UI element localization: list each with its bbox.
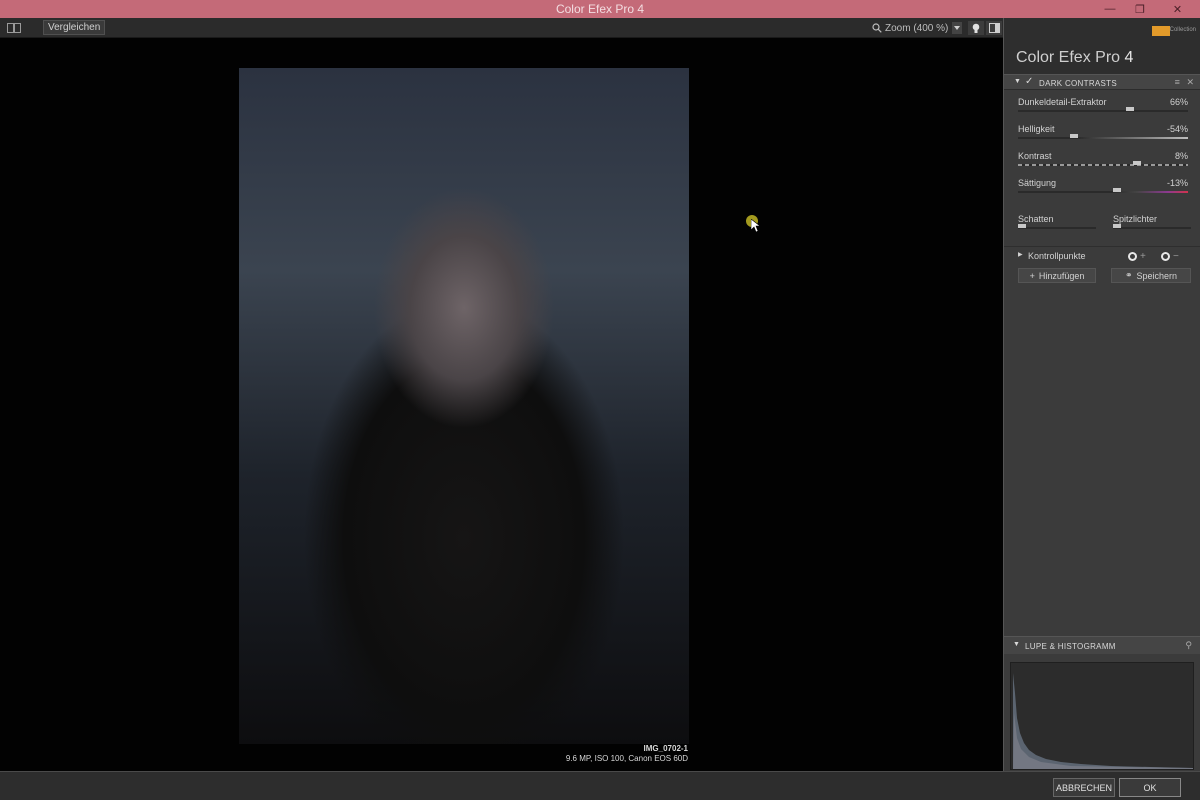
slider-value: 8% (1174, 151, 1188, 161)
slider-track[interactable] (1018, 161, 1188, 166)
slider-value: 66% (1169, 97, 1188, 107)
chevron-down-icon (954, 26, 961, 30)
zoom-label: Zoom (400 %) (885, 22, 949, 34)
filter-section-header[interactable]: ▼ ✓ DARK CONTRASTS ≡ ✕ (1004, 74, 1200, 90)
filter-header-icons: ≡ ✕ (1175, 77, 1194, 88)
window-title: Color Efex Pro 4 (555, 2, 645, 16)
logo-text: Collection (1169, 27, 1196, 33)
slider-thumb[interactable] (1018, 224, 1026, 228)
close-button[interactable]: ✕ (1155, 0, 1200, 18)
shadows-highlights: Schatten Spitzlichter (1004, 212, 1200, 246)
add-filter-button[interactable]: + Hinzufügen (1018, 268, 1096, 283)
bottom-bar: ABBRECHEN OK (0, 771, 1200, 800)
cancel-button[interactable]: ABBRECHEN (1053, 778, 1115, 797)
plus-icon: + (1029, 270, 1035, 281)
slider-brightness: Helligkeit -54% (1004, 117, 1200, 144)
shadows-slider[interactable] (1018, 224, 1096, 229)
control-point-icon (1128, 251, 1137, 261)
brand-title: Color Efex Pro 4 (1016, 49, 1133, 67)
slider-thumb[interactable] (1126, 107, 1135, 111)
control-points-label[interactable]: Kontrollpunkte (1028, 251, 1086, 261)
add-control-point-button[interactable]: + (1128, 250, 1155, 262)
background-color-button[interactable] (968, 21, 984, 35)
slider-label: Kontrast (1018, 151, 1052, 161)
close-icon: ✕ (1172, 3, 1183, 16)
slider-saturation: Sättigung -13% (1004, 171, 1200, 198)
image-name: IMG_0702-1 (643, 744, 688, 753)
control-points-row: ▶ Kontrollpunkte + − (1004, 246, 1200, 264)
split-view-icon (7, 23, 21, 33)
chevron-down-icon[interactable]: ▼ (1013, 641, 1020, 648)
slider-value: -54% (1166, 124, 1188, 134)
preview-toolbar: Vergleichen Zoom (400 %) (0, 18, 1003, 38)
toggle-panel-button[interactable] (986, 21, 1002, 35)
zoom-control[interactable]: Zoom (400 %) (872, 21, 963, 35)
title-bar: Color Efex Pro 4 — ❐ ✕ (0, 0, 1200, 18)
lightbulb-icon (972, 23, 980, 33)
highlights-slider[interactable] (1113, 224, 1191, 229)
chevron-down-icon[interactable]: ▼ (1014, 78, 1021, 85)
nik-logo (1152, 26, 1170, 36)
add-label: Hinzufügen (1038, 270, 1085, 281)
brand-version: 4 (1124, 49, 1134, 66)
ok-button[interactable]: OK (1119, 778, 1181, 797)
slider-thumb[interactable] (1133, 161, 1141, 165)
slider-contrast: Kontrast 8% (1004, 144, 1200, 171)
control-point-icon (1161, 251, 1170, 261)
highlights-label: Spitzlichter (1113, 214, 1158, 224)
image-meta: 9.6 MP, ISO 100, Canon EOS 60D (565, 754, 688, 763)
save-preset-button[interactable]: ⚭ Speichern (1111, 268, 1191, 283)
single-view-button[interactable] (6, 21, 22, 35)
minus-icon: − (1173, 250, 1179, 262)
menu-icon[interactable]: ≡ (1175, 77, 1180, 87)
preview-photo[interactable] (239, 68, 689, 744)
slider-thumb[interactable] (1070, 134, 1079, 138)
remove-control-point-button[interactable]: − (1161, 250, 1188, 262)
preset-buttons: + Hinzufügen ⚭ Speichern (1004, 268, 1200, 288)
shadows-label: Schatten (1018, 214, 1054, 224)
checkmark-icon[interactable]: ✓ (1025, 76, 1033, 87)
slider-track[interactable] (1018, 134, 1188, 139)
slider-label: Helligkeit (1018, 124, 1055, 134)
slider-label: Dunkeldetail-Extraktor (1018, 97, 1107, 107)
panel-layout-icon (988, 23, 1000, 33)
remove-filter-icon[interactable]: ✕ (1186, 77, 1194, 87)
slider-value: -13% (1166, 178, 1188, 188)
slider-label: Sättigung (1018, 178, 1057, 188)
panel-header: Collection Color Efex Pro 4 (1004, 18, 1200, 74)
window-controls: — ❐ ✕ (1095, 0, 1200, 18)
magnifier-icon (872, 23, 882, 33)
histogram (1010, 662, 1194, 770)
minimize-button[interactable]: — (1095, 0, 1125, 18)
save-label: Speichern (1136, 270, 1178, 281)
mouse-cursor-icon (751, 219, 761, 233)
slider-thumb[interactable] (1112, 188, 1121, 192)
plus-icon: + (1140, 250, 1146, 262)
save-icon: ⚭ (1124, 270, 1133, 280)
pin-icon[interactable]: ⚲ (1185, 640, 1192, 651)
minimize-icon: — (1104, 3, 1116, 15)
brand-name: Color Efex Pro (1016, 49, 1121, 66)
loupe-label: LUPE & HISTOGRAMM (1025, 642, 1116, 651)
zoom-dropdown-button[interactable] (952, 22, 963, 34)
slider-thumb[interactable] (1113, 224, 1121, 228)
filter-name: DARK CONTRASTS (1039, 79, 1117, 88)
filter-panel: Collection Color Efex Pro 4 ▼ ✓ DARK CON… (1003, 18, 1200, 771)
slider-track[interactable] (1018, 188, 1188, 193)
preview-canvas[interactable]: IMG_0702-1 9.6 MP, ISO 100, Canon EOS 60… (0, 38, 1003, 771)
maximize-icon: ❐ (1135, 3, 1145, 16)
histogram-graph (1013, 673, 1193, 769)
slider-dark-detail: Dunkeldetail-Extraktor 66% (1004, 90, 1200, 117)
maximize-button[interactable]: ❐ (1125, 0, 1155, 18)
image-info: IMG_0702-1 9.6 MP, ISO 100, Canon EOS 60… (566, 744, 688, 764)
compare-button[interactable]: Vergleichen (43, 20, 106, 35)
chevron-right-icon[interactable]: ▶ (1018, 251, 1023, 258)
loupe-histogram-header[interactable]: ▼ LUPE & HISTOGRAMM ⚲ (1004, 636, 1200, 654)
slider-track[interactable] (1018, 107, 1188, 112)
